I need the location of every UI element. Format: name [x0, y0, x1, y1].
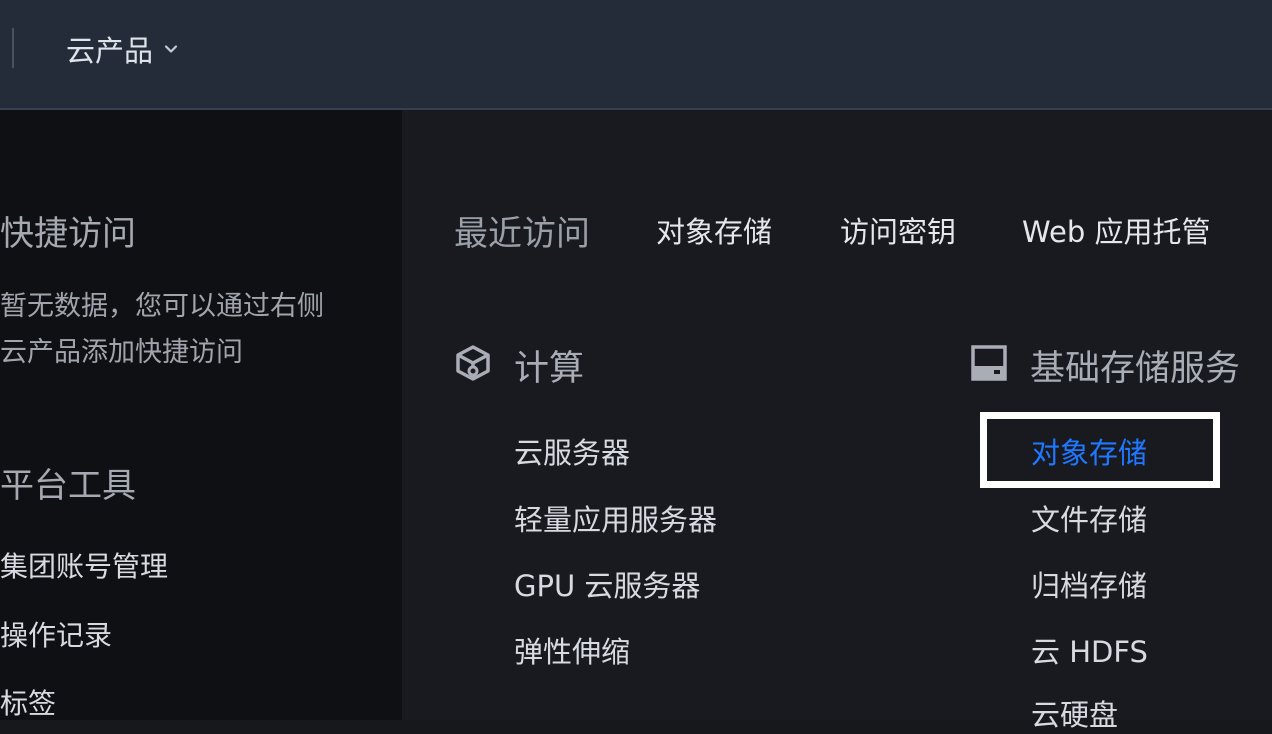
product-gpu-server[interactable]: GPU 云服务器 — [514, 563, 700, 605]
recent-item-access-keys[interactable]: 访问密钥 — [840, 209, 956, 251]
topbar-divider — [12, 28, 14, 68]
tool-item-tags[interactable]: 标签 — [0, 682, 56, 722]
recent-visits-label: 最近访问 — [454, 214, 590, 254]
tool-item-operation-log[interactable]: 操作记录 — [0, 614, 112, 654]
product-auto-scaling[interactable]: 弹性伸缩 — [514, 629, 630, 671]
category-title-storage: 基础存储服务 — [1030, 349, 1241, 389]
quick-access-empty-message: 暂无数据，您可以通过右侧云产品添加快捷访问 — [0, 291, 324, 368]
tool-item-group-account[interactable]: 集团账号管理 — [0, 545, 168, 585]
left-sidebar-panel: 快捷访问 暂无数据，您可以通过右侧云产品添加快捷访问 平台工具 集团账号管理 操… — [0, 110, 402, 720]
quick-access-title: 快捷访问 — [0, 214, 136, 254]
product-cvm[interactable]: 云服务器 — [514, 430, 630, 472]
platform-tools-title: 平台工具 — [0, 466, 136, 506]
recent-item-web-hosting[interactable]: Web 应用托管 — [1022, 209, 1210, 251]
product-cloud-disk[interactable]: 云硬盘 — [1031, 692, 1118, 734]
top-navigation-bar: 云产品 — [0, 0, 1272, 110]
product-lighthouse[interactable]: 轻量应用服务器 — [514, 497, 717, 539]
storage-disk-icon — [971, 345, 1007, 381]
product-archive-storage[interactable]: 归档存储 — [1031, 563, 1147, 605]
product-file-storage[interactable]: 文件存储 — [1031, 497, 1147, 539]
cloud-products-label: 云产品 — [66, 34, 154, 68]
category-title-compute: 计算 — [514, 349, 585, 389]
cloud-products-menu-button[interactable]: 云产品 — [66, 26, 179, 72]
product-object-storage[interactable]: 对象存储 — [1031, 430, 1147, 472]
chevron-down-icon — [164, 45, 178, 53]
product-cloud-hdfs[interactable]: 云 HDFS — [1031, 629, 1148, 671]
recent-item-object-storage[interactable]: 对象存储 — [656, 209, 772, 251]
compute-cube-icon — [456, 345, 490, 381]
